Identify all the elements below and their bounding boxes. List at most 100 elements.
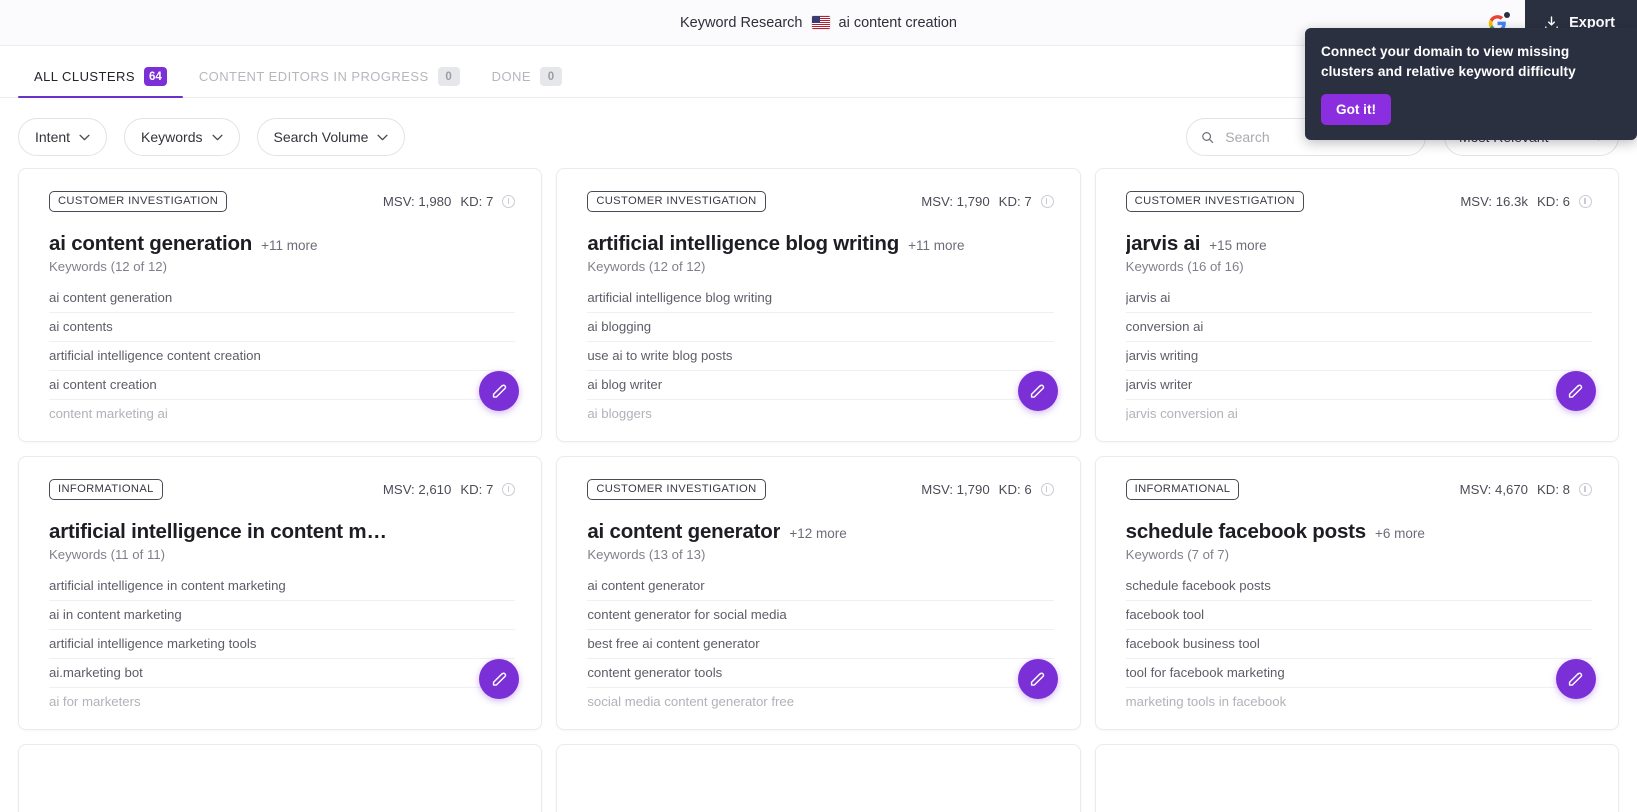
keyword-row: jarvis ai xyxy=(1125,284,1592,313)
cluster-card[interactable] xyxy=(1094,744,1619,812)
intent-badge: INFORMATIONAL xyxy=(49,479,163,500)
filter-search-volume[interactable]: Search Volume xyxy=(256,118,406,156)
info-icon[interactable] xyxy=(502,195,516,208)
tab-all-clusters[interactable]: ALL CLUSTERS 64 xyxy=(18,67,183,98)
cluster-card[interactable]: CUSTOMER INVESTIGATION MSV: 1,980 KD: 7 … xyxy=(18,168,543,442)
edit-cluster-button[interactable] xyxy=(1555,371,1596,411)
chevron-down-icon xyxy=(377,134,389,140)
keyword-row: content generator for social media xyxy=(587,601,1054,630)
intent-badge: CUSTOMER INVESTIGATION xyxy=(587,191,766,212)
keyword-row: ai for marketers xyxy=(49,694,141,709)
info-icon[interactable] xyxy=(1040,483,1054,496)
keyword-row: facebook tool xyxy=(1125,601,1592,630)
cluster-card[interactable] xyxy=(556,744,1081,812)
keyword-list: schedule facebook posts facebook tool fa… xyxy=(1125,572,1592,716)
card-header: CUSTOMER INVESTIGATION MSV: 1,980 KD: 7 xyxy=(49,191,516,212)
edit-pencil-icon xyxy=(1569,672,1583,686)
card-header: INFORMATIONAL MSV: 2,610 KD: 7 xyxy=(49,479,516,500)
keyword-row: artificial intelligence content creation xyxy=(49,342,516,371)
keyword-row: jarvis writer xyxy=(1125,371,1592,400)
kd-value: KD: 6 xyxy=(998,482,1032,497)
card-metrics: MSV: 2,610 KD: 7 xyxy=(382,482,516,497)
cluster-card[interactable] xyxy=(18,744,543,812)
keyword-row: ai bloggers xyxy=(587,406,652,421)
us-flag-icon xyxy=(811,16,830,29)
chevron-down-icon xyxy=(211,134,223,140)
cluster-title: ai content generation xyxy=(49,232,253,255)
keyword-list: ai content generator content generator f… xyxy=(587,572,1054,716)
more-keywords-label: +6 more xyxy=(1375,526,1425,541)
keyword-row: ai in content marketing xyxy=(49,601,516,630)
keyword-row: social media content generator free xyxy=(587,694,795,709)
cluster-card[interactable]: CUSTOMER INVESTIGATION MSV: 16.3k KD: 6 … xyxy=(1094,168,1619,442)
breadcrumb: Keyword Research ai content creation xyxy=(680,15,957,31)
intent-badge: INFORMATIONAL xyxy=(1125,479,1240,500)
edit-cluster-button[interactable] xyxy=(1017,659,1058,699)
card-header: INFORMATIONAL MSV: 4,670 KD: 8 xyxy=(1125,479,1592,500)
keyword-list: jarvis ai conversion ai jarvis writing j… xyxy=(1125,284,1592,428)
keyword-row: artificial intelligence marketing tools xyxy=(49,630,516,659)
info-icon[interactable] xyxy=(502,483,516,496)
cluster-title: artificial intelligence blog writing xyxy=(587,232,900,255)
info-icon[interactable] xyxy=(1578,195,1592,208)
got-it-button[interactable]: Got it! xyxy=(1321,94,1392,126)
keyword-row: ai blog writer xyxy=(587,371,1054,400)
keyword-row: ai contents xyxy=(49,313,516,342)
kd-value: KD: 7 xyxy=(460,194,494,209)
keyword-count: Keywords (12 of 12) xyxy=(49,259,168,274)
tab-done[interactable]: DONE 0 xyxy=(476,67,578,97)
keyword-row: artificial intelligence blog writing xyxy=(587,284,1054,313)
breadcrumb-keyword-research[interactable]: Keyword Research xyxy=(680,15,803,31)
card-header: CUSTOMER INVESTIGATION MSV: 16.3k KD: 6 xyxy=(1125,191,1592,212)
tab-all-clusters-count: 64 xyxy=(144,67,167,86)
cluster-card[interactable]: CUSTOMER INVESTIGATION MSV: 1,790 KD: 6 … xyxy=(556,456,1081,730)
edit-cluster-button[interactable] xyxy=(1555,659,1596,699)
info-icon[interactable] xyxy=(1040,195,1054,208)
intent-badge: CUSTOMER INVESTIGATION xyxy=(1125,191,1304,212)
card-title-row: schedule facebook posts +6 more xyxy=(1126,520,1592,544)
cluster-card[interactable]: INFORMATIONAL MSV: 4,670 KD: 8 schedule … xyxy=(1094,456,1619,730)
search-icon xyxy=(1202,131,1214,143)
keyword-row: tool for facebook marketing xyxy=(1125,659,1592,688)
cluster-card[interactable]: CUSTOMER INVESTIGATION MSV: 1,790 KD: 7 … xyxy=(556,168,1081,442)
cluster-card[interactable]: INFORMATIONAL MSV: 2,610 KD: 7 artificia… xyxy=(18,456,543,730)
filter-intent[interactable]: Intent xyxy=(18,118,108,156)
tab-all-clusters-label: ALL CLUSTERS xyxy=(34,69,136,84)
keyword-row: ai content generator xyxy=(587,572,1054,601)
info-icon[interactable] xyxy=(1578,483,1592,496)
edit-pencil-icon xyxy=(492,384,507,398)
card-title-row: artificial intelligence blog writing +11… xyxy=(587,232,1053,256)
keyword-row: artificial intelligence in content marke… xyxy=(49,572,516,601)
card-title-row: jarvis ai +15 more xyxy=(1126,232,1592,256)
keyword-row: conversion ai xyxy=(1125,313,1592,342)
edit-cluster-button[interactable] xyxy=(1017,371,1058,411)
msv-value: MSV: 1,790 xyxy=(921,194,990,209)
msv-value: MSV: 1,790 xyxy=(921,482,990,497)
keyword-count: Keywords (12 of 12) xyxy=(587,259,706,274)
keyword-row: ai.marketing bot xyxy=(49,659,516,688)
card-metrics: MSV: 1,790 KD: 7 xyxy=(921,194,1054,209)
cluster-title: schedule facebook posts xyxy=(1125,520,1366,543)
keyword-row: marketing tools in facebook xyxy=(1125,694,1287,709)
tab-content-editors-in-progress[interactable]: CONTENT EDITORS IN PROGRESS 0 xyxy=(183,67,476,97)
connect-domain-tooltip: Connect your domain to view missing clus… xyxy=(1305,28,1637,141)
keyword-list: ai content generation ai contents artifi… xyxy=(49,284,516,428)
keyword-count: Keywords (7 of 7) xyxy=(1125,547,1229,562)
card-title-row: artificial intelligence in content marke… xyxy=(49,520,515,544)
tab-content-editors-label: CONTENT EDITORS IN PROGRESS xyxy=(198,69,429,84)
more-keywords-label: +15 more xyxy=(1209,238,1267,253)
tab-done-label: DONE xyxy=(491,69,531,84)
edit-pencil-icon xyxy=(1031,672,1045,686)
edit-pencil-icon xyxy=(492,672,507,686)
kd-value: KD: 7 xyxy=(460,482,494,497)
keyword-count: Keywords (11 of 11) xyxy=(49,547,166,562)
more-keywords-label: +12 more xyxy=(789,526,847,541)
filter-keywords[interactable]: Keywords xyxy=(124,118,240,156)
keyword-row: facebook business tool xyxy=(1125,630,1592,659)
keyword-row: jarvis writing xyxy=(1125,342,1592,371)
tooltip-text: Connect your domain to view missing clus… xyxy=(1321,44,1576,79)
kd-value: KD: 8 xyxy=(1537,482,1570,497)
card-metrics: MSV: 4,670 KD: 8 xyxy=(1460,482,1592,497)
filter-keywords-label: Keywords xyxy=(141,129,203,145)
msv-value: MSV: 2,610 xyxy=(382,482,452,497)
